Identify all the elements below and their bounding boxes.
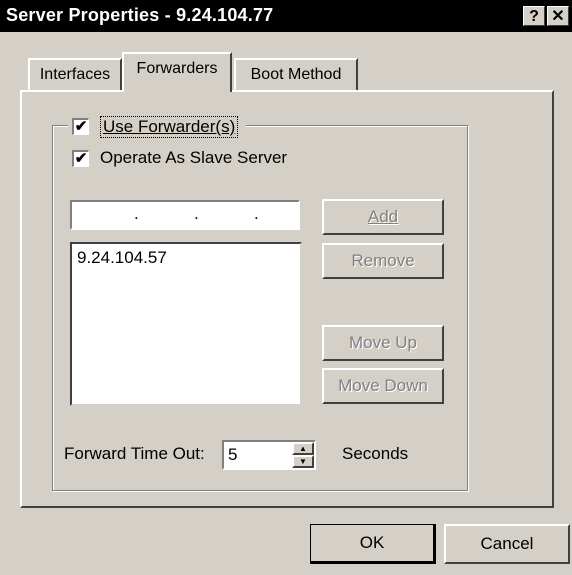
cancel-label: Cancel <box>480 534 534 553</box>
help-button[interactable]: ? <box>523 6 545 26</box>
tab-label: Forwarders <box>136 60 218 77</box>
cancel-button[interactable]: Cancel <box>444 524 570 564</box>
spin-up-button[interactable]: ▲ <box>292 442 314 455</box>
chevron-up-icon: ▲ <box>299 444 307 453</box>
ip-dot: . <box>194 204 199 223</box>
tab-boot-method[interactable]: Boot Method <box>234 58 358 90</box>
help-icon: ? <box>529 8 539 25</box>
chevron-down-icon: ▼ <box>299 457 307 466</box>
ip-dot: . <box>254 204 259 223</box>
slave-server-checkbox[interactable]: ✔ <box>72 150 89 167</box>
move-down-button[interactable]: Move Down <box>322 368 444 404</box>
timeout-spinbox[interactable]: 5 ▲ ▼ <box>222 440 316 470</box>
tab-forwarders[interactable]: Forwarders <box>122 52 232 92</box>
use-forwarders-text: Use Forwarder(s) <box>103 117 236 136</box>
list-item[interactable]: 9.24.104.57 <box>77 248 167 268</box>
spin-down-button[interactable]: ▼ <box>292 455 314 468</box>
tab-interfaces[interactable]: Interfaces <box>28 58 122 90</box>
forwarders-list[interactable]: 9.24.104.57 <box>70 242 302 406</box>
ok-label: OK <box>359 533 385 552</box>
remove-label: Remove <box>351 251 415 270</box>
close-icon: ✕ <box>551 8 565 25</box>
move-up-label: Move Up <box>348 333 418 352</box>
timeout-label: Forward Time Out: <box>64 444 205 463</box>
checkmark-icon: ✔ <box>74 118 88 135</box>
slave-server-label[interactable]: Operate As Slave Server <box>100 148 287 168</box>
timeout-unit: Seconds <box>342 444 409 463</box>
timeout-value[interactable]: 5 <box>228 445 237 465</box>
window-title: Server Properties - 9.24.104.77 <box>6 5 274 25</box>
move-down-label: Move Down <box>338 376 428 395</box>
ok-button[interactable]: OK <box>310 524 436 564</box>
slave-server-text: Operate As Slave Server <box>100 148 288 167</box>
remove-button[interactable]: Remove <box>322 243 444 279</box>
close-button[interactable]: ✕ <box>547 6 569 26</box>
ip-address-input[interactable]: . . . <box>70 200 300 230</box>
move-up-button[interactable]: Move Up <box>322 325 444 361</box>
add-label: Add <box>367 207 399 226</box>
title-bar[interactable]: Server Properties - 9.24.104.77 ? ✕ <box>0 0 572 32</box>
ip-dot: . <box>134 204 139 223</box>
tab-label: Boot Method <box>250 66 342 83</box>
add-button[interactable]: Add <box>322 199 444 235</box>
tab-label: Interfaces <box>39 66 111 83</box>
use-forwarders-label[interactable]: Use Forwarder(s) <box>100 116 239 138</box>
use-forwarders-checkbox[interactable]: ✔ <box>72 118 89 135</box>
checkmark-icon: ✔ <box>74 150 88 167</box>
